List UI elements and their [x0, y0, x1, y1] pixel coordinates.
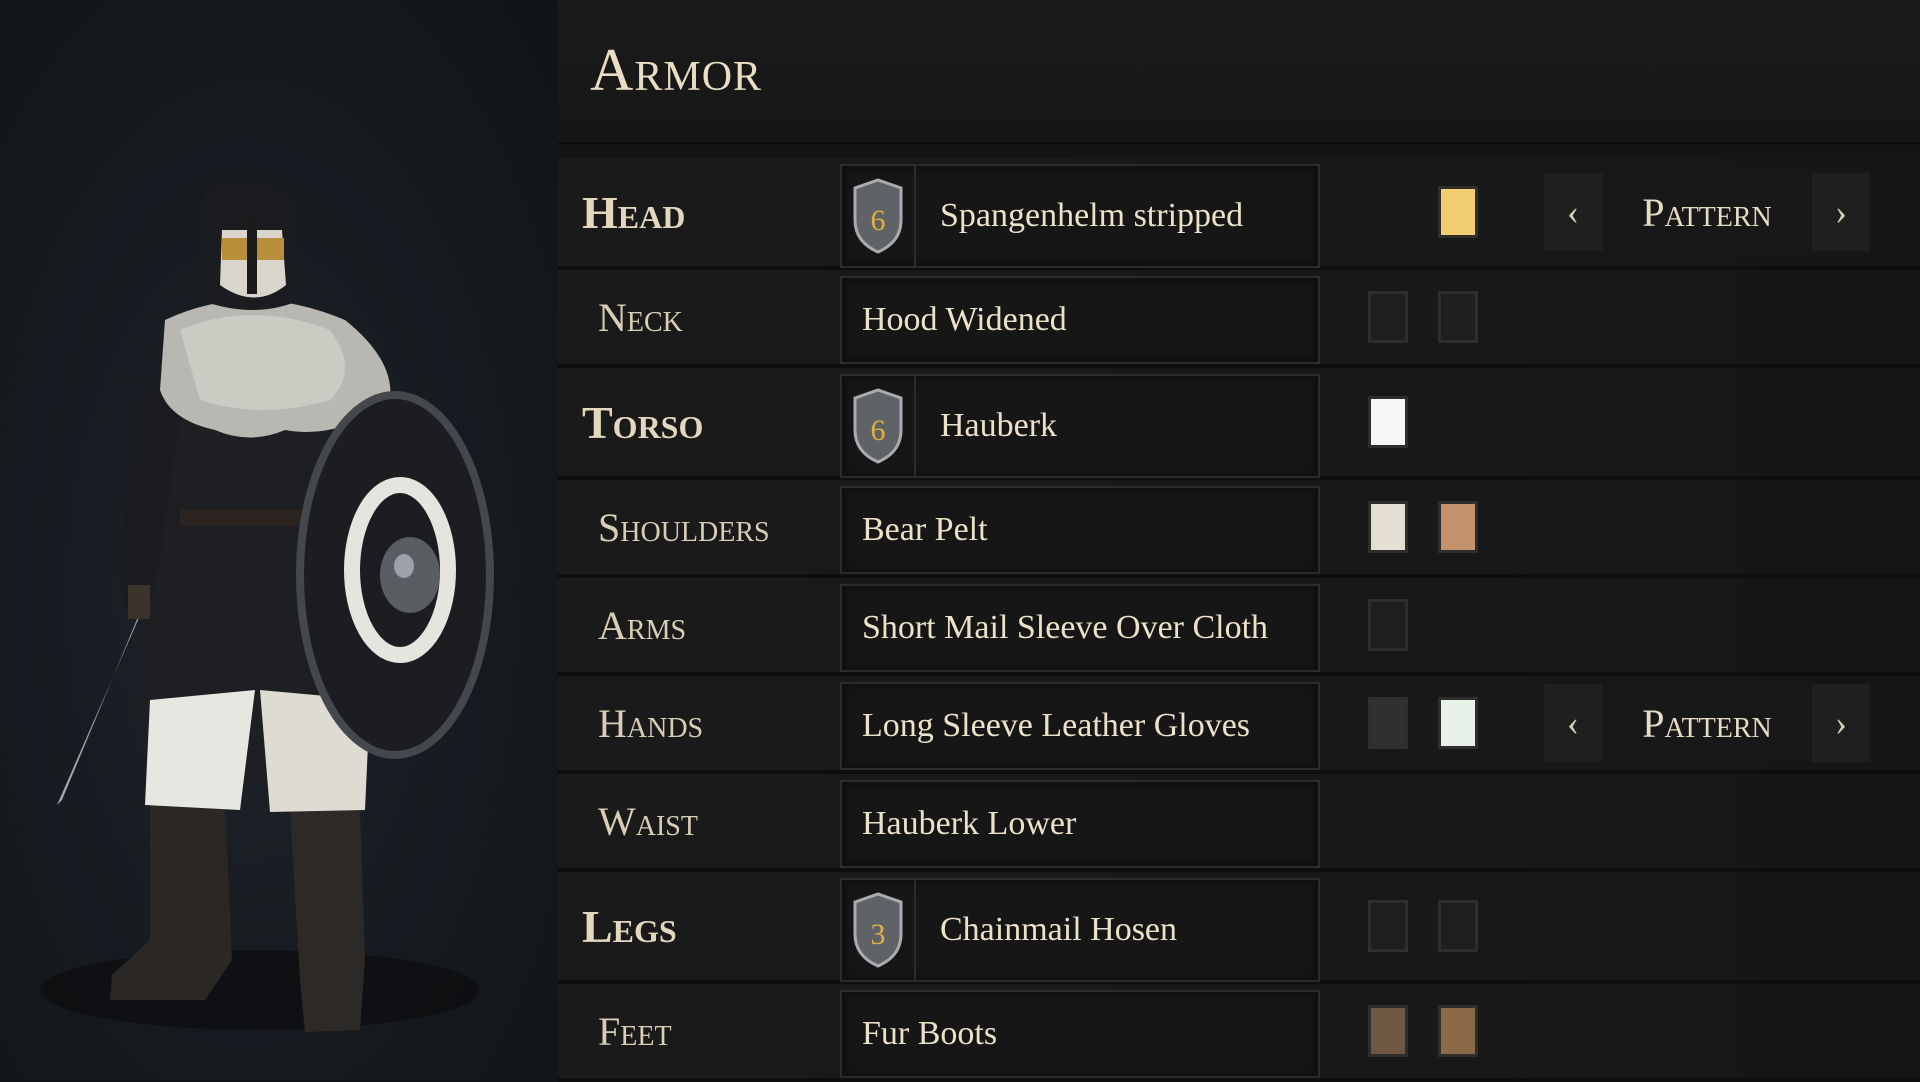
item-selector-hands[interactable]: Long Sleeve Leather Gloves	[840, 682, 1320, 770]
slot-row-arms: Arms Short Mail Sleeve Over Cloth	[558, 578, 1920, 676]
svg-text:3: 3	[871, 918, 886, 951]
slot-label: Head	[582, 186, 686, 238]
slot-label: Arms	[598, 602, 687, 648]
pattern-selector: ‹ Pattern ›	[1544, 684, 1870, 762]
item-name: Hood Widened	[862, 301, 1067, 338]
item-name: Hauberk Lower	[862, 805, 1077, 842]
armor-panel: Armor Head 6 Spangenhelm stripped ‹ Patt…	[558, 0, 1920, 1082]
color-swatch-1[interactable]	[1368, 1005, 1408, 1057]
chevron-right-icon[interactable]: ›	[1812, 684, 1870, 762]
item-selector-neck[interactable]: Hood Widened	[840, 276, 1320, 364]
item-selector-feet[interactable]: Fur Boots	[840, 990, 1320, 1078]
slot-label: Feet	[598, 1008, 672, 1054]
chevron-right-icon[interactable]: ›	[1812, 173, 1870, 251]
pattern-label: Pattern	[1642, 189, 1772, 235]
tier-badge: 6	[842, 376, 916, 476]
item-name: Long Sleeve Leather Gloves	[862, 707, 1251, 744]
slot-row-waist: Waist Hauberk Lower	[558, 774, 1920, 872]
color-swatch-2[interactable]	[1438, 1005, 1478, 1057]
slot-label: Torso	[582, 396, 704, 448]
color-swatch-1[interactable]	[1368, 697, 1408, 749]
item-selector-head[interactable]: 6 Spangenhelm stripped	[840, 164, 1320, 268]
color-swatch-1[interactable]	[1368, 501, 1408, 553]
slot-row-legs: Legs 3 Chainmail Hosen	[558, 872, 1920, 984]
pattern-selector: ‹ Pattern ›	[1544, 173, 1870, 251]
item-name: Chainmail Hosen	[940, 911, 1178, 948]
color-swatch-1[interactable]	[1368, 900, 1408, 952]
pattern-label: Pattern	[1642, 700, 1772, 746]
tier-badge: 3	[842, 880, 916, 980]
slot-row-torso: Torso 6 Hauberk	[558, 368, 1920, 480]
item-selector-waist[interactable]: Hauberk Lower	[840, 780, 1320, 868]
slot-row-head: Head 6 Spangenhelm stripped ‹ Pattern ›	[558, 158, 1920, 270]
panel-header: Armor	[558, 0, 1920, 144]
slot-row-neck: Neck Hood Widened	[558, 270, 1920, 368]
slot-row-feet: Feet Fur Boots	[558, 984, 1920, 1082]
item-name: Fur Boots	[862, 1015, 998, 1052]
color-swatch-2[interactable]	[1438, 697, 1478, 749]
character-preview[interactable]	[0, 0, 558, 1080]
item-name: Hauberk	[940, 407, 1058, 444]
slot-label: Hands	[598, 700, 704, 746]
character-model	[40, 182, 494, 1032]
chevron-left-icon[interactable]: ‹	[1544, 173, 1602, 251]
item-name: Short Mail Sleeve Over Cloth	[862, 609, 1269, 646]
color-swatch-2[interactable]	[1438, 900, 1478, 952]
tier-badge: 6	[842, 166, 916, 266]
item-selector-shoulders[interactable]: Bear Pelt	[840, 486, 1320, 574]
item-name: Spangenhelm stripped	[940, 197, 1244, 234]
color-swatch-2[interactable]	[1438, 501, 1478, 553]
slot-label: Legs	[582, 900, 677, 952]
chevron-left-icon[interactable]: ‹	[1544, 684, 1602, 762]
slot-label: Neck	[598, 294, 683, 340]
color-swatch-2[interactable]	[1438, 291, 1478, 343]
item-name: Bear Pelt	[862, 511, 988, 548]
svg-text:6: 6	[871, 204, 886, 237]
armor-slot-list: Head 6 Spangenhelm stripped ‹ Pattern › …	[558, 158, 1920, 1082]
svg-text:6: 6	[871, 414, 886, 447]
slot-label: Waist	[598, 798, 698, 844]
item-selector-arms[interactable]: Short Mail Sleeve Over Cloth	[840, 584, 1320, 672]
slot-row-shoulders: Shoulders Bear Pelt	[558, 480, 1920, 578]
slot-row-hands: Hands Long Sleeve Leather Gloves ‹ Patte…	[558, 676, 1920, 774]
color-swatch-1[interactable]	[1368, 599, 1408, 651]
shield-tier-icon: 3	[853, 892, 903, 968]
color-swatch-1[interactable]	[1438, 186, 1478, 238]
color-swatch-1[interactable]	[1368, 396, 1408, 448]
panel-title: Armor	[590, 37, 763, 103]
shield-tier-icon: 6	[853, 388, 903, 464]
item-selector-legs[interactable]: 3 Chainmail Hosen	[840, 878, 1320, 982]
shield-tier-icon: 6	[853, 178, 903, 254]
color-swatch-1[interactable]	[1368, 291, 1408, 343]
item-selector-torso[interactable]: 6 Hauberk	[840, 374, 1320, 478]
slot-label: Shoulders	[598, 504, 770, 550]
